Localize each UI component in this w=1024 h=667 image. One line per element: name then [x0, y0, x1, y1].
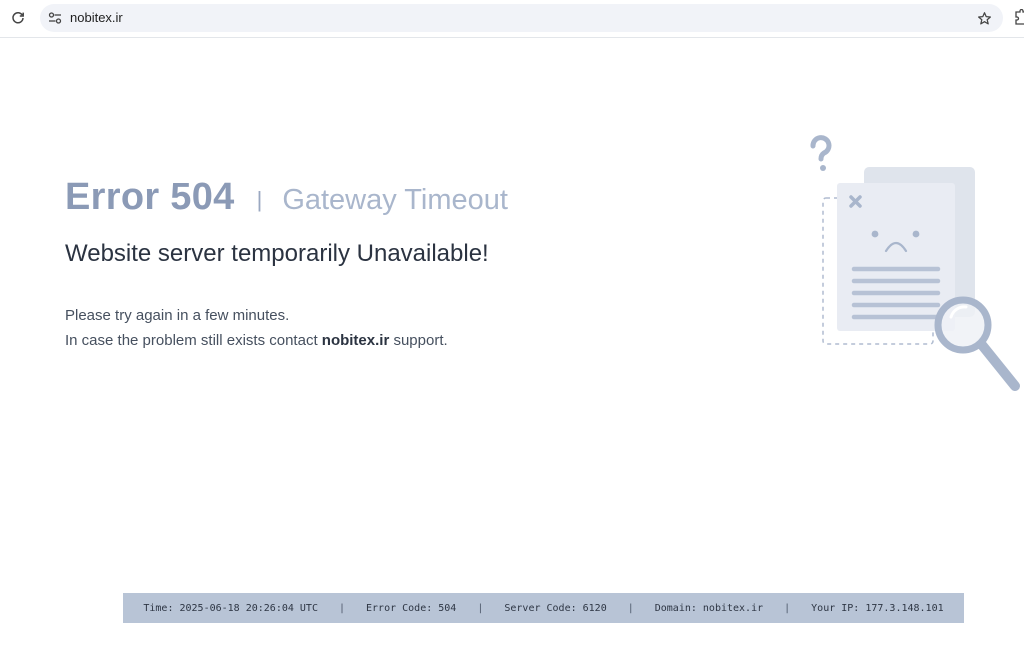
site-info-button[interactable] [46, 9, 64, 27]
reload-icon [12, 12, 24, 24]
headline-separator: | [256, 187, 263, 212]
info-separator: | [338, 602, 346, 614]
star-icon [977, 11, 991, 24]
support-message-suffix: support. [389, 332, 448, 349]
support-message: In case the problem still exists contact… [65, 332, 448, 349]
magnifier-icon [934, 296, 1020, 391]
extensions-button[interactable] [1014, 9, 1024, 29]
puzzle-icon [1015, 9, 1024, 25]
info-domain: Domain: nobitex.ir [654, 602, 764, 614]
support-message-prefix: In case the problem still exists contact [65, 332, 322, 349]
tune-icon [48, 12, 62, 24]
info-server-code: Server Code: 6120 [504, 602, 607, 614]
error-code: Error 504 [65, 176, 235, 218]
sad-document-illustration [810, 135, 1020, 391]
retry-message: Please try again in a few minutes. [65, 307, 290, 324]
error-name: Gateway Timeout [282, 184, 508, 216]
diagnostic-info-bar: Time: 2025-06-18 20:26:04 UTC | Error Co… [123, 593, 964, 623]
error-headline: Error 504 | Gateway Timeout [65, 176, 508, 222]
url-text[interactable]: nobitex.ir [70, 10, 123, 25]
info-separator: | [627, 602, 634, 614]
question-mark-icon [810, 135, 832, 171]
reload-button[interactable] [8, 8, 28, 28]
address-bar[interactable]: nobitex.ir [40, 4, 1003, 32]
error-illustration [804, 135, 1024, 395]
info-separator: | [784, 602, 791, 614]
browser-toolbar: nobitex.ir [0, 0, 1024, 38]
info-time: Time: 2025-06-18 20:26:04 UTC [143, 602, 318, 614]
support-domain: nobitex.ir [321, 332, 390, 349]
info-error-code: Error Code: 504 [366, 602, 457, 614]
error-subtitle: Website server temporarily Unavailable! [65, 240, 489, 267]
bookmark-button[interactable] [975, 9, 993, 27]
info-separator: | [477, 602, 484, 614]
info-ip: Your IP: 177.3.148.101 [811, 602, 944, 614]
